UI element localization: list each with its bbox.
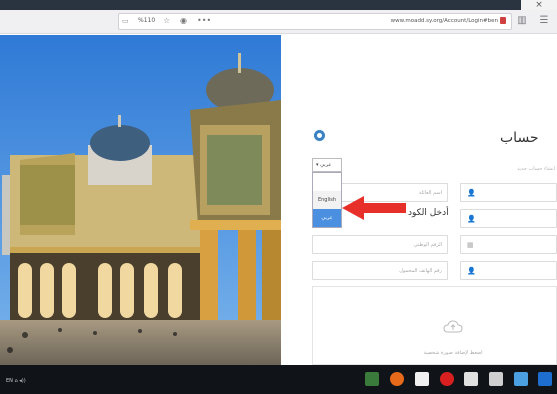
- firefox-icon[interactable]: [390, 372, 404, 386]
- language-option-english[interactable]: English: [313, 191, 341, 209]
- pocket-icon[interactable]: ◉: [180, 16, 190, 26]
- language-select[interactable]: ▾ عربي: [312, 158, 342, 172]
- mosque-illustration: [0, 35, 281, 365]
- store-icon[interactable]: [489, 372, 503, 386]
- edge-icon[interactable]: [538, 372, 552, 386]
- father-name-field[interactable]: 👤: [460, 209, 557, 228]
- mail-icon[interactable]: [464, 372, 478, 386]
- files-icon[interactable]: [415, 372, 429, 386]
- red-arrow-annotation: [342, 196, 406, 220]
- form-subtitle: انشاء حساب جديد: [517, 166, 555, 172]
- cloud-upload-icon: [443, 320, 463, 333]
- sidebar-icon[interactable]: ▥: [516, 14, 528, 28]
- hamburger-menu-icon[interactable]: ☰: [538, 14, 550, 28]
- reader-icon[interactable]: ▭: [122, 16, 134, 26]
- national-id-placeholder: الرقم الوطني: [413, 241, 442, 248]
- language-selected: عربي: [320, 162, 332, 168]
- user-icon: 👤: [467, 266, 476, 275]
- birthdate-field[interactable]: ▦: [460, 235, 557, 254]
- captcha-label: أدخل الكود: [408, 208, 449, 218]
- zoom-level[interactable]: %110: [138, 16, 155, 26]
- bookmark-icon[interactable]: ☆: [163, 16, 173, 26]
- photos-icon[interactable]: [514, 372, 528, 386]
- url-text[interactable]: www.moadd.sy.org/Account/Login#ben: [350, 16, 498, 26]
- user-icon: 👤: [467, 214, 476, 223]
- mobile-field[interactable]: رقم الهاتف المحمول: [312, 261, 448, 280]
- first-name-field[interactable]: 👤: [460, 183, 557, 202]
- language-option-blank[interactable]: [313, 173, 341, 191]
- close-window-button[interactable]: ×: [521, 0, 557, 10]
- upload-hint: اضغط لإضافة صورة شخصية: [423, 350, 483, 356]
- national-id-field[interactable]: الرقم الوطني: [312, 235, 448, 254]
- lock-icon[interactable]: [500, 17, 506, 24]
- window-titlebar: [0, 0, 557, 10]
- more-icon[interactable]: •••: [197, 16, 211, 26]
- opera-icon[interactable]: [440, 372, 454, 386]
- explorer-icon[interactable]: [365, 372, 379, 386]
- language-option-arabic[interactable]: عربي: [313, 209, 341, 227]
- mobile-placeholder: رقم الهاتف المحمول: [399, 267, 442, 274]
- form-title: حساب: [500, 130, 539, 146]
- family-name-placeholder: اسم العائلة: [418, 189, 442, 196]
- system-tray[interactable]: EN ⌂ ◂)): [6, 378, 26, 384]
- mother-name-field[interactable]: 👤: [460, 261, 557, 280]
- calendar-icon: ▦: [467, 240, 474, 249]
- mosque-photo: [0, 35, 281, 365]
- user-icon: 👤: [467, 188, 476, 197]
- language-icon-center: [317, 133, 322, 138]
